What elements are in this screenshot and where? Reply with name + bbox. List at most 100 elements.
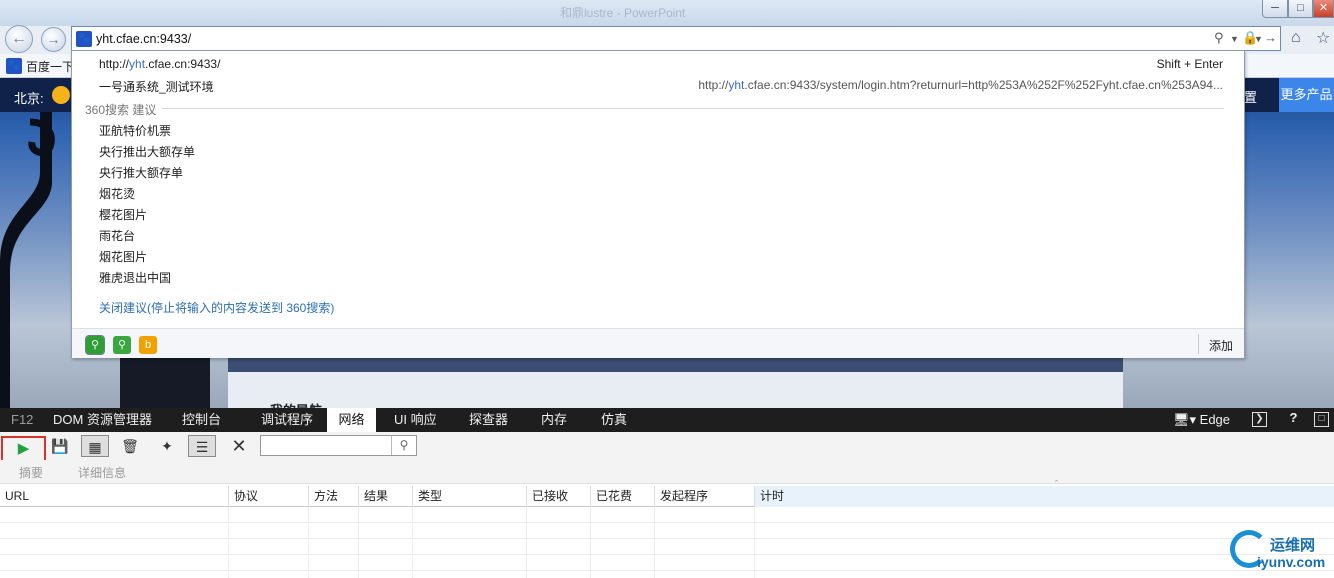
clear-cache-icon[interactable]: ✦ bbox=[155, 435, 179, 457]
search-icon[interactable]: ⚲ bbox=[1214, 30, 1224, 46]
table-row bbox=[0, 555, 1334, 571]
chevron-down-icon[interactable]: ▼ bbox=[1254, 34, 1263, 44]
history-item-title[interactable]: 一号通系统_测试环境 bbox=[99, 78, 214, 95]
network-request-table: URL 协议 方法 结果 类型 已接收 已花费 发起程序 计时 ˆ bbox=[0, 479, 1334, 578]
tab-network[interactable]: 网络 bbox=[327, 408, 376, 432]
suggestion-item[interactable]: 雨花台 bbox=[99, 228, 195, 249]
search-360-alt-icon[interactable]: ⚲ bbox=[113, 336, 131, 354]
window-title: 和鼎lustre - PowerPoint bbox=[560, 6, 686, 20]
column-divider bbox=[526, 507, 527, 578]
filter-list-icon[interactable]: ☰ bbox=[188, 435, 216, 457]
go-arrow-icon[interactable]: → bbox=[1264, 30, 1277, 45]
url-highlight: yht bbox=[129, 57, 146, 71]
address-bar[interactable]: 🐾 ⚲ ▼ 🔒 ▼ → bbox=[71, 26, 1281, 51]
column-divider bbox=[412, 507, 413, 578]
url-suffix: .cfae.cn:9433/ bbox=[145, 57, 221, 71]
search-provider-bar: ⚲ ⚲ b 添加 bbox=[72, 328, 1244, 358]
suggestion-item[interactable]: 亚航特价机票 bbox=[99, 123, 195, 144]
favorite-item-baidu[interactable]: 百度一下 bbox=[26, 58, 74, 75]
suggestion-item[interactable]: 央行推大额存单 bbox=[99, 165, 195, 186]
tab-debugger[interactable]: 调试程序 bbox=[261, 408, 313, 432]
start-profiling-button[interactable]: ▶ bbox=[1, 436, 46, 462]
shortcut-hint: Shift + Enter bbox=[1156, 57, 1223, 71]
column-divider bbox=[228, 507, 229, 578]
watermark-text-en: iyunv.com bbox=[1257, 554, 1326, 570]
column-initiator[interactable]: 发起程序 bbox=[654, 486, 708, 507]
minimize-button[interactable]: ─ bbox=[1262, 0, 1288, 18]
document-mode-selector[interactable]: 🖥▾ Edge bbox=[1173, 408, 1230, 432]
column-type[interactable]: 类型 bbox=[412, 486, 442, 507]
export-icon[interactable]: 💾 bbox=[48, 435, 72, 457]
table-row bbox=[0, 523, 1334, 539]
column-divider bbox=[590, 507, 591, 578]
network-search-input[interactable] bbox=[263, 437, 388, 454]
star-icon[interactable]: ☆ bbox=[1316, 28, 1330, 48]
tab-details[interactable]: 详细信息 bbox=[78, 464, 126, 481]
suggestion-item[interactable]: 烟花图片 bbox=[99, 249, 195, 270]
maximize-button[interactable]: □ bbox=[1288, 0, 1313, 18]
more-products-button[interactable]: 更多产品 bbox=[1279, 78, 1334, 112]
history-url-prefix: http:// bbox=[698, 78, 729, 92]
baidu-icon: 🐾 bbox=[6, 58, 22, 74]
tab-profiler[interactable]: 探查器 bbox=[469, 408, 508, 432]
sort-asc-icon: ˆ bbox=[1055, 479, 1058, 489]
site-favicon-icon: 🐾 bbox=[76, 31, 92, 47]
tab-console[interactable]: 控制台 bbox=[182, 408, 221, 432]
close-button[interactable]: ✕ bbox=[1313, 0, 1334, 18]
url-prefix: http:// bbox=[99, 57, 130, 71]
tab-memory[interactable]: 内存 bbox=[541, 408, 567, 432]
turn-off-suggestions-link[interactable]: 关闭建议(停止将输入的内容发送到 360搜索) bbox=[99, 299, 334, 316]
suggestion-item[interactable]: 烟花烫 bbox=[99, 186, 195, 207]
table-header: URL 协议 方法 结果 类型 已接收 已花费 发起程序 计时 ˆ bbox=[0, 479, 1334, 507]
help-button[interactable]: ? bbox=[1286, 411, 1301, 427]
watermark-text-cn: 运维网 bbox=[1270, 537, 1316, 554]
column-divider bbox=[358, 507, 359, 578]
search-suggestions-heading: 360搜索 建议 bbox=[85, 103, 157, 117]
search-icon[interactable]: ⚲ bbox=[391, 436, 416, 455]
column-timings[interactable]: 计时 bbox=[754, 486, 1334, 507]
forward-arrow-icon[interactable]: → bbox=[41, 27, 66, 52]
column-method[interactable]: 方法 bbox=[308, 486, 338, 507]
home-icon[interactable]: ⌂ bbox=[1291, 29, 1301, 47]
search-360-icon[interactable]: ⚲ bbox=[85, 335, 105, 355]
tab-dom-explorer[interactable]: DOM 资源管理器 bbox=[53, 408, 152, 432]
weather-sun-icon bbox=[52, 86, 70, 104]
tab-summary[interactable]: 摘要 bbox=[19, 464, 43, 481]
column-protocol[interactable]: 协议 bbox=[228, 486, 258, 507]
suggestion-item[interactable]: 央行推出大额存单 bbox=[99, 144, 195, 165]
bing-icon[interactable]: b bbox=[139, 336, 157, 354]
clear-entries-on-navigate-icon[interactable]: 🗑 bbox=[118, 435, 142, 457]
history-item-url[interactable]: http://yht.cfae.cn:9433/system/login.htm… bbox=[698, 78, 1223, 92]
column-time-taken[interactable]: 已花费 bbox=[590, 486, 632, 507]
console-toggle-icon[interactable]: ❯ bbox=[1252, 412, 1267, 427]
tab-ui-responsiveness[interactable]: UI 响应 bbox=[394, 408, 437, 432]
address-input[interactable] bbox=[96, 28, 1196, 50]
settings-link[interactable]: 置 bbox=[1244, 87, 1257, 106]
address-suggestions-dropdown: http://yht.cfae.cn:9433/ Shift + Enter 一… bbox=[71, 50, 1245, 358]
column-received[interactable]: 已接收 bbox=[526, 486, 568, 507]
column-divider bbox=[754, 507, 755, 578]
dropdown-icon[interactable]: ▼ bbox=[1230, 34, 1239, 44]
suggestion-item[interactable]: 樱花图片 bbox=[99, 207, 195, 228]
column-url[interactable]: URL bbox=[0, 486, 29, 507]
network-search-box[interactable]: ⚲ bbox=[260, 435, 417, 456]
column-divider bbox=[654, 507, 655, 578]
table-row bbox=[0, 507, 1334, 523]
devtools-f12-label: F12 bbox=[11, 412, 34, 427]
suggestion-url-row[interactable]: http://yht.cfae.cn:9433/ bbox=[99, 57, 220, 71]
divider bbox=[162, 108, 1224, 109]
suggestion-item[interactable]: 雅虎退出中国 bbox=[99, 270, 195, 291]
document-mode-value: Edge bbox=[1199, 412, 1231, 427]
site-watermark: 运维网 iyunv.com bbox=[1228, 528, 1334, 576]
column-result[interactable]: 结果 bbox=[358, 486, 388, 507]
add-provider-button[interactable]: 添加 bbox=[1209, 337, 1233, 354]
clear-session-icon[interactable]: ✕ bbox=[227, 435, 251, 457]
history-url-highlight: yht bbox=[728, 78, 745, 92]
always-refresh-icon[interactable]: ▦ bbox=[81, 435, 109, 457]
back-arrow-icon[interactable]: ← bbox=[5, 25, 33, 53]
network-toolbar: ▶ 💾 ▦ 🗑 ✦ ☰ ✕ ⚲ bbox=[0, 432, 1334, 462]
table-row bbox=[0, 539, 1334, 555]
undock-icon[interactable]: □ bbox=[1314, 412, 1329, 427]
tab-emulation[interactable]: 仿真 bbox=[601, 408, 627, 432]
network-view-tabs: 摘要 详细信息 bbox=[0, 460, 1334, 484]
